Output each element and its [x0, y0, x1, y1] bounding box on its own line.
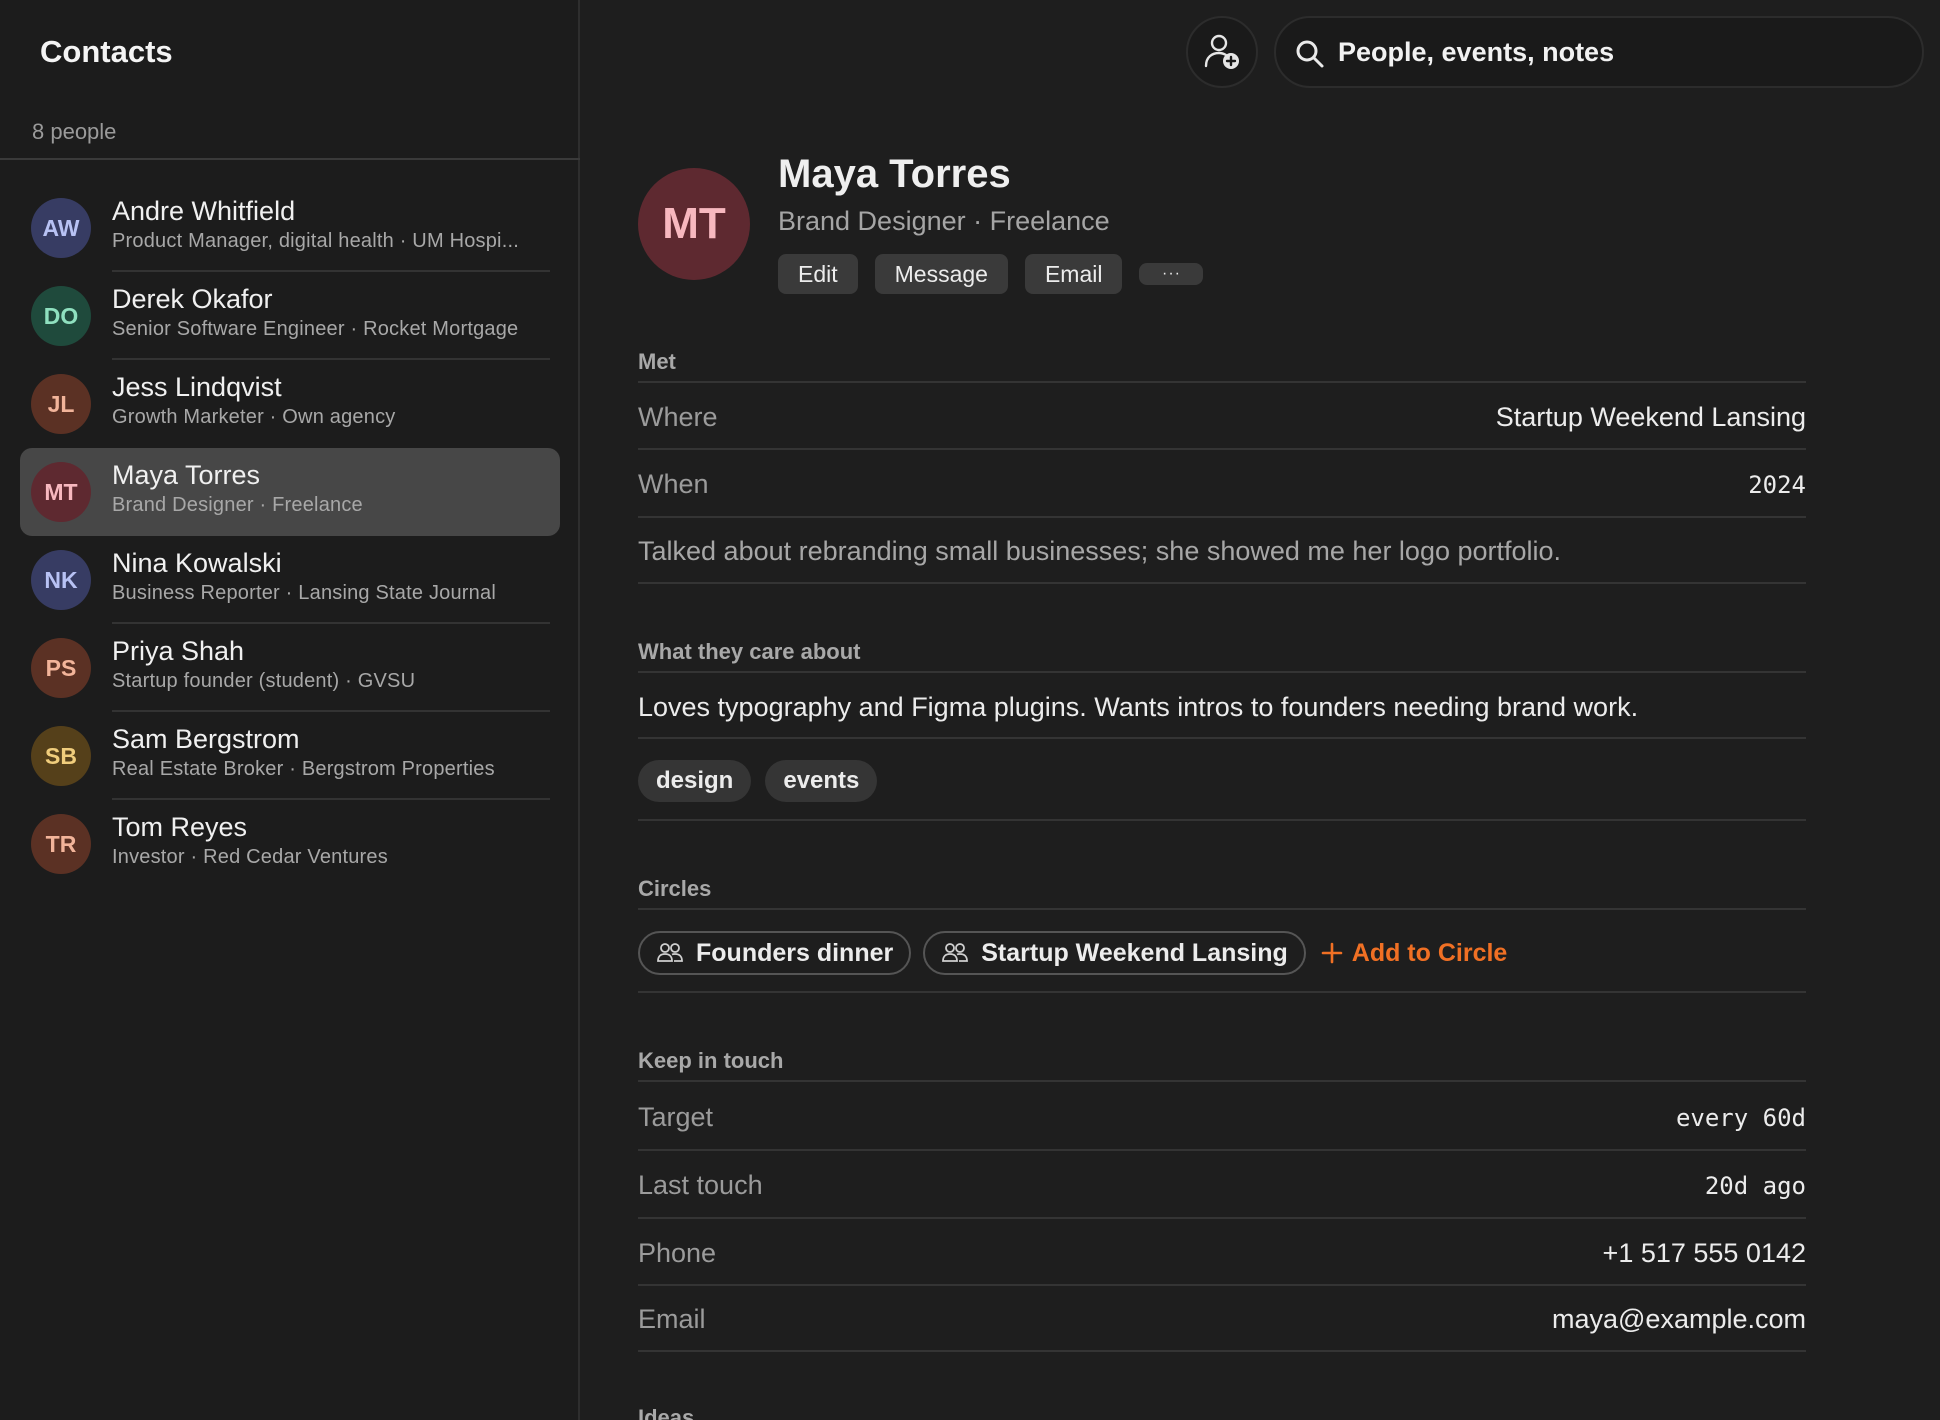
- add-to-circle-label: Add to Circle: [1351, 938, 1508, 967]
- contact-name: Andre Whitfield: [112, 196, 296, 226]
- group-icon: [657, 943, 683, 962]
- contact-subtitle: Brand Designer · Freelance: [112, 494, 363, 516]
- divider: [638, 991, 1806, 993]
- app-title: Contacts: [40, 34, 173, 69]
- contact-avatar: JL: [31, 374, 91, 434]
- contact-name: Tom Reyes: [112, 812, 248, 842]
- contact-name: Priya Shah: [112, 636, 245, 666]
- contact-avatar: DO: [31, 286, 91, 346]
- add-contact-button[interactable]: [1186, 16, 1258, 88]
- section-met-heading: Met: [638, 349, 676, 374]
- profile-subtitle: Brand Designer · Freelance: [778, 206, 1110, 236]
- divider: [638, 448, 1806, 450]
- profile-avatar: MT: [638, 168, 750, 280]
- contact-subtitle: Growth Marketer · Own agency: [112, 406, 396, 428]
- email-value[interactable]: maya@example.com: [1552, 1304, 1806, 1335]
- where-label: Where: [638, 402, 718, 432]
- contact-name: Sam Bergstrom: [112, 724, 300, 754]
- email-label: Email: [638, 1304, 706, 1334]
- contact-name: Nina Kowalski: [112, 548, 282, 578]
- more-options-button[interactable]: ···: [1139, 263, 1204, 285]
- contact-name: Jess Lindqvist: [112, 372, 282, 402]
- edit-button[interactable]: Edit: [778, 254, 858, 294]
- last-touch-label: Last touch: [638, 1170, 763, 1200]
- circle-chip-label: Founders dinner: [696, 938, 894, 967]
- contact-row[interactable]: TR Tom Reyes Investor · Red Cedar Ventures: [20, 800, 560, 888]
- email-button[interactable]: Email: [1024, 254, 1123, 294]
- divider: [638, 737, 1806, 739]
- divider: [638, 516, 1806, 518]
- target-value: every 60d: [1675, 1104, 1806, 1132]
- phone-label: Phone: [638, 1238, 717, 1268]
- phone-value[interactable]: +1 517 555 0142: [1603, 1238, 1806, 1269]
- sidebar-divider: [0, 158, 580, 160]
- contact-row[interactable]: SB Sam Bergstrom Real Estate Broker · Berg…: [20, 712, 560, 800]
- divider: [638, 1149, 1806, 1151]
- search-bar[interactable]: [1274, 16, 1924, 88]
- contact-avatar: SB: [31, 726, 91, 786]
- message-button[interactable]: Message: [874, 254, 1008, 294]
- plus-icon: [1321, 942, 1343, 964]
- contact-name: Derek Okafor: [112, 284, 273, 314]
- divider: [638, 1350, 1806, 1352]
- contact-row[interactable]: NK Nina Kowalski Business Reporter · Lansi…: [20, 536, 560, 624]
- circle-list: Founders dinner Startup Weekend Lansing …: [638, 931, 1507, 975]
- contact-subtitle: Product Manager, digital health · UM Hos…: [112, 230, 519, 252]
- search-icon: [1296, 40, 1324, 68]
- circle-chip-label: Startup Weekend Lansing: [981, 938, 1288, 967]
- contact-row[interactable]: MT Maya Torres Brand Designer · Freelance: [20, 448, 560, 536]
- circle-chip-founders-dinner[interactable]: Founders dinner: [638, 931, 912, 975]
- divider: [638, 671, 1806, 673]
- contact-subtitle: Investor · Red Cedar Ventures: [112, 846, 388, 868]
- contact-subtitle: Startup founder (student) · GVSU: [112, 670, 416, 692]
- divider: [638, 1284, 1806, 1286]
- profile-actions: Edit Message Email ···: [778, 254, 1204, 294]
- tag-chip[interactable]: events: [765, 760, 878, 802]
- contact-row[interactable]: DO Derek Okafor Senior Software Engineer ·…: [20, 272, 560, 360]
- divider: [638, 819, 1806, 821]
- section-ideas-heading: Ideas: [638, 1405, 695, 1420]
- contact-subtitle: Senior Software Engineer · Rocket Mortga…: [112, 318, 519, 340]
- person-add-icon: [1204, 34, 1239, 69]
- divider: [638, 1217, 1806, 1219]
- circle-chip-startup-weekend[interactable]: Startup Weekend Lansing: [923, 931, 1306, 975]
- profile-name: Maya Torres: [778, 152, 1011, 196]
- when-label: When: [638, 469, 709, 499]
- contact-row[interactable]: PS Priya Shah Startup founder (student) · …: [20, 624, 560, 712]
- contact-subtitle: Real Estate Broker · Bergstrom Propertie…: [112, 758, 495, 780]
- contact-subtitle: Business Reporter · Lansing State Journa…: [112, 582, 496, 604]
- group-icon: [942, 943, 969, 962]
- when-value: 2024: [1748, 471, 1806, 499]
- tag-chip[interactable]: design: [638, 760, 752, 802]
- divider: [638, 582, 1806, 584]
- tag-list: design events: [638, 760, 878, 802]
- contact-avatar: AW: [31, 198, 91, 258]
- divider: [638, 1080, 1806, 1082]
- cares-text: Loves typography and Figma plugins. Want…: [638, 692, 1639, 722]
- section-keep-in-touch-heading: Keep in touch: [638, 1048, 784, 1073]
- contact-avatar: TR: [31, 814, 91, 874]
- met-note: Talked about rebranding small businesses…: [638, 536, 1562, 566]
- contacts-sidebar: Contacts 8 people AW Andre Whitfield Produ…: [0, 0, 580, 1420]
- contact-row[interactable]: JL Jess Lindqvist Growth Marketer · Own ag…: [20, 360, 560, 448]
- contact-avatar: PS: [31, 638, 91, 698]
- search-input[interactable]: [1338, 32, 1898, 72]
- people-count: 8 people: [32, 119, 117, 144]
- divider: [638, 908, 1806, 910]
- contact-avatar: MT: [31, 462, 91, 522]
- last-touch-value: 20d ago: [1704, 1172, 1806, 1200]
- divider: [638, 381, 1806, 383]
- add-to-circle-button[interactable]: Add to Circle: [1320, 938, 1508, 968]
- contact-list: AW Andre Whitfield Product Manager, digita…: [20, 184, 560, 888]
- contact-avatar: NK: [31, 550, 91, 610]
- where-value: Startup Weekend Lansing: [1495, 402, 1806, 432]
- target-label: Target: [638, 1102, 714, 1132]
- section-circles-heading: Circles: [638, 876, 712, 901]
- contact-row[interactable]: AW Andre Whitfield Product Manager, digita…: [20, 184, 560, 272]
- section-cares-heading: What they care about: [638, 639, 861, 664]
- contact-name: Maya Torres: [112, 460, 261, 490]
